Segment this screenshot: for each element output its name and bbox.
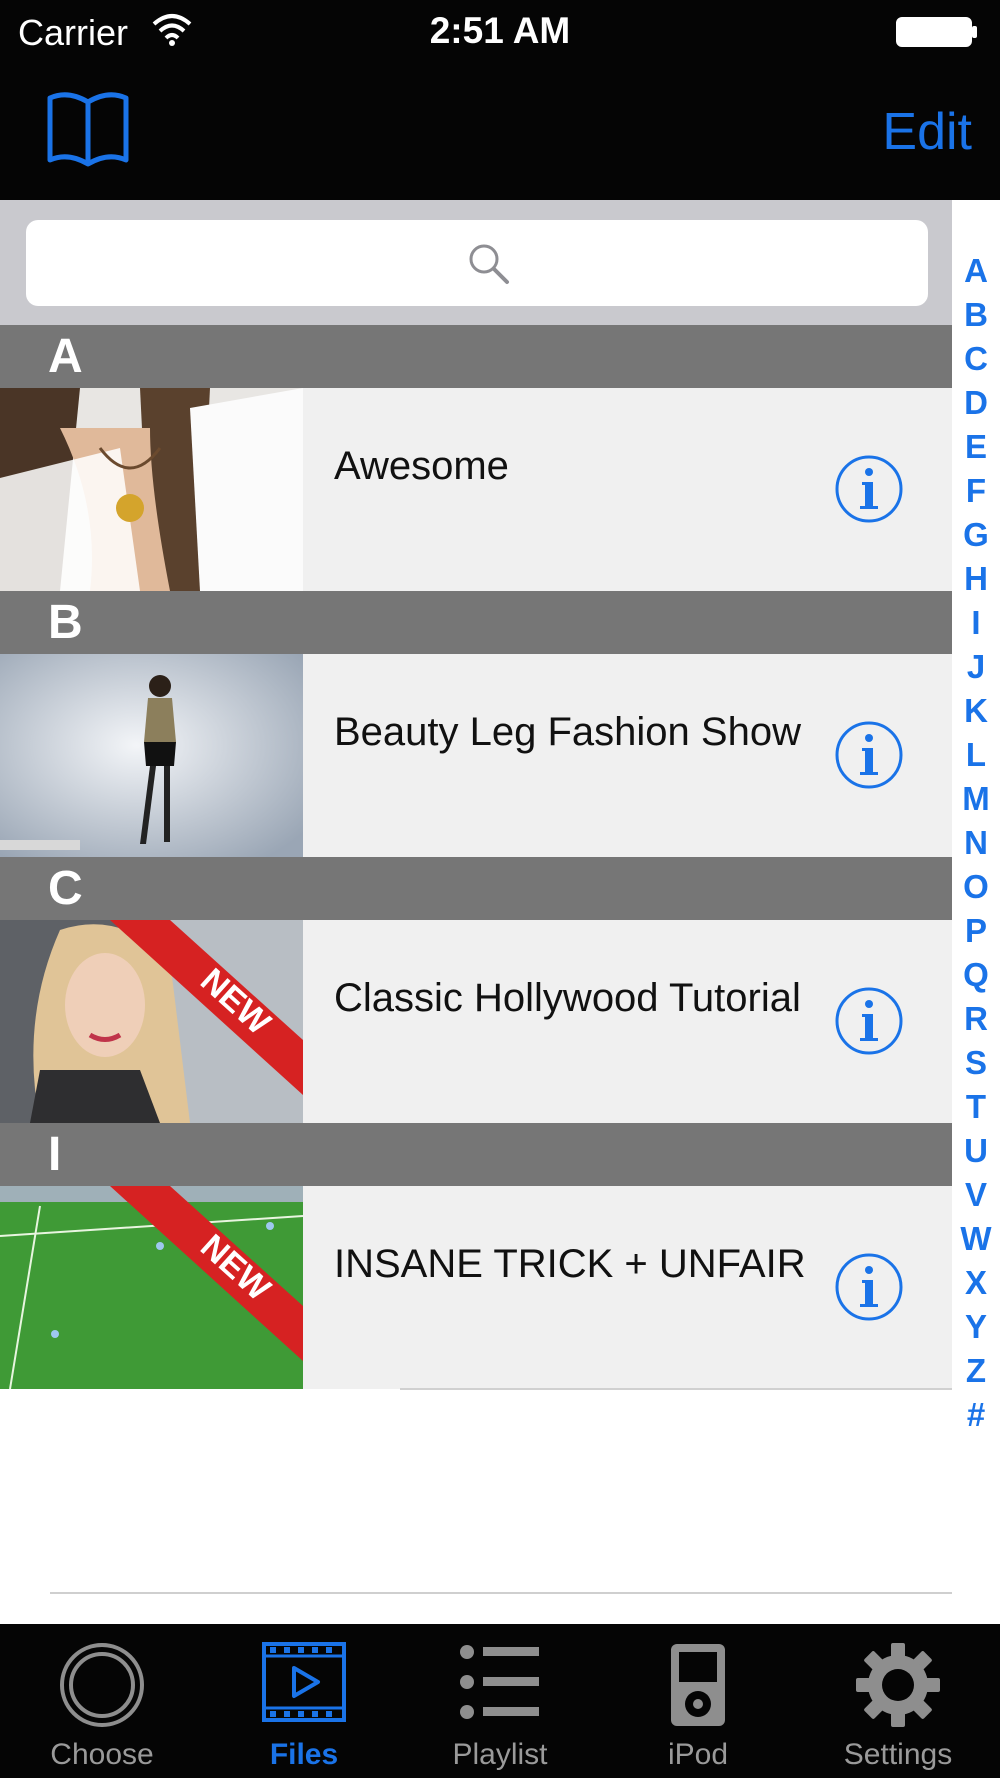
tab-bar: Choose Files Playlist iPod Settings — [0, 1624, 1000, 1778]
tab-label: Settings — [843, 1738, 953, 1771]
tab-label: Playlist — [452, 1738, 548, 1771]
index-letter[interactable]: # — [952, 1396, 1000, 1434]
info-icon[interactable] — [834, 720, 904, 790]
index-letter[interactable]: S — [952, 1044, 1000, 1082]
list-item[interactable]: Beauty Leg Fashion Show — [0, 654, 952, 857]
section-header-b: B — [0, 591, 952, 654]
search-input[interactable] — [26, 220, 928, 306]
video-thumbnail — [0, 388, 303, 591]
section-index-bar[interactable]: A B C D E F G H I J K L M N O P Q R S T U V W X Y Z # — [952, 200, 1000, 1624]
index-letter[interactable]: V — [952, 1176, 1000, 1214]
video-title: Classic Hollywood Tutorial — [334, 976, 801, 1020]
section-header-i: I — [0, 1123, 952, 1186]
ipod-icon — [671, 1644, 725, 1726]
index-letter[interactable]: L — [952, 736, 1000, 774]
tab-ipod[interactable]: iPod — [598, 1624, 798, 1778]
section-header-a: A — [0, 325, 952, 388]
index-letter[interactable]: H — [952, 560, 1000, 598]
tab-label: Files — [269, 1738, 339, 1771]
index-letter[interactable]: G — [952, 516, 1000, 554]
index-letter[interactable]: E — [952, 428, 1000, 466]
edit-button[interactable]: Edit — [882, 102, 972, 162]
index-letter[interactable]: A — [952, 252, 1000, 290]
index-letter[interactable]: W — [952, 1220, 1000, 1258]
gear-icon — [856, 1643, 940, 1727]
index-letter[interactable]: Z — [952, 1352, 1000, 1390]
book-icon[interactable] — [46, 88, 130, 168]
video-title: Awesome — [334, 444, 509, 488]
navigation-bar: Edit — [0, 62, 1000, 200]
tab-playlist[interactable]: Playlist — [400, 1624, 600, 1778]
index-letter[interactable]: I — [952, 604, 1000, 642]
tab-choose[interactable]: Choose — [2, 1624, 202, 1778]
status-time: 2:51 AM — [429, 10, 571, 51]
divider — [400, 1388, 952, 1390]
index-letter[interactable]: X — [952, 1264, 1000, 1302]
tab-settings[interactable]: Settings — [798, 1624, 998, 1778]
battery-icon — [896, 17, 977, 47]
index-letter[interactable]: N — [952, 824, 1000, 862]
search-icon — [469, 244, 509, 284]
index-letter[interactable]: Y — [952, 1308, 1000, 1346]
film-play-icon — [262, 1642, 346, 1722]
index-letter[interactable]: T — [952, 1088, 1000, 1126]
status-bar: Carrier 2:51 AM — [0, 0, 1000, 62]
list-icon — [460, 1645, 539, 1719]
index-letter[interactable]: M — [952, 780, 1000, 818]
index-letter[interactable]: K — [952, 692, 1000, 730]
index-letter[interactable]: F — [952, 472, 1000, 510]
list-item[interactable]: Awesome — [0, 388, 952, 591]
circle-icon — [60, 1643, 144, 1727]
index-letter[interactable]: P — [952, 912, 1000, 950]
index-letter[interactable]: O — [952, 868, 1000, 906]
list-item[interactable]: NEW Classic Hollywood Tutorial — [0, 920, 952, 1123]
section-header-c: C — [0, 857, 952, 920]
info-icon[interactable] — [834, 454, 904, 524]
info-icon[interactable] — [834, 986, 904, 1056]
info-icon[interactable] — [834, 1252, 904, 1322]
index-letter[interactable]: C — [952, 340, 1000, 378]
list-item[interactable]: NEW INSANE TRICK + UNFAIR — [0, 1186, 952, 1389]
index-letter[interactable]: D — [952, 384, 1000, 422]
divider — [50, 1592, 952, 1594]
index-letter[interactable]: J — [952, 648, 1000, 686]
video-title: Beauty Leg Fashion Show — [334, 710, 801, 754]
index-letter[interactable]: U — [952, 1132, 1000, 1170]
tab-files[interactable]: Files — [204, 1624, 404, 1778]
index-letter[interactable]: B — [952, 296, 1000, 334]
video-thumbnail: NEW — [0, 1186, 303, 1389]
search-area — [0, 200, 952, 325]
tab-label: Choose — [50, 1738, 154, 1771]
video-title: INSANE TRICK + UNFAIR — [334, 1242, 806, 1286]
video-thumbnail: NEW — [0, 920, 303, 1123]
index-letter[interactable]: R — [952, 1000, 1000, 1038]
video-thumbnail — [0, 654, 303, 857]
index-letter[interactable]: Q — [952, 956, 1000, 994]
tab-label: iPod — [667, 1738, 729, 1771]
